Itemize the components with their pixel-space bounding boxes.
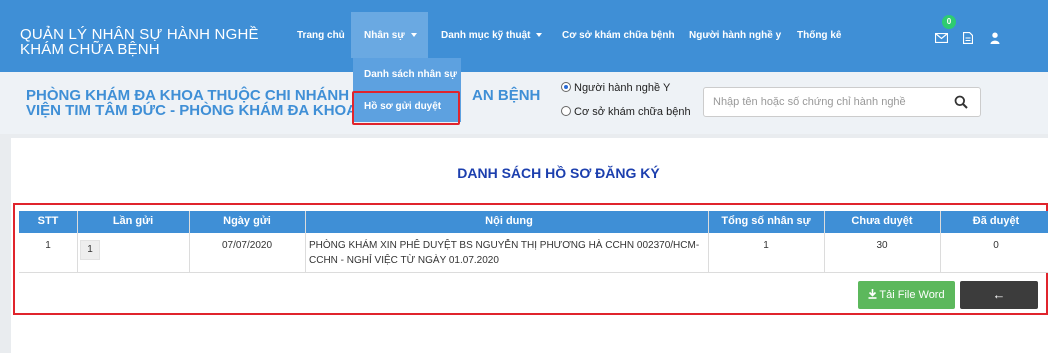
nav-practitioner[interactable]: Người hành nghề y [689,30,781,41]
radio-facility-label: Cơ sở khám chữa bệnh [574,106,691,118]
th-lan-gui: Lần gửi [112,215,154,227]
radio-practitioner-label: Người hành nghề Y [574,82,671,94]
document-icon[interactable] [963,32,973,44]
cell-noi-dung: PHÒNG KHÁM XIN PHÊ DUYỆT BS NGUYỄN THỊ P… [309,240,700,266]
radio-practitioner[interactable]: Người hành nghề Y [561,82,670,94]
back-button[interactable]: ← [960,281,1038,309]
th-chua-duyet: Chưa duyệt [851,215,913,227]
radio-unchecked-icon[interactable] [561,106,571,116]
column-divider [77,211,78,273]
th-noi-dung: Nội dung [485,215,533,227]
th-stt: STT [37,215,59,227]
th-tong-so: Tổng số nhân sự [721,215,811,227]
nav-staff-label: Nhân sự [364,30,405,41]
download-word-label: Tải File Word [879,289,945,301]
cell-ngay-gui: 07/07/2020 [221,240,273,251]
cell-lan-gui[interactable]: 1 [80,240,100,260]
download-word-button[interactable]: Tải File Word [858,281,955,309]
search-icon[interactable] [954,95,968,109]
column-divider [305,211,306,273]
dropdown-item-submitted-records[interactable]: Hồ sơ gửi duyệt [364,101,441,112]
nav-tech-catalog[interactable]: Danh mục kỹ thuật [441,30,543,41]
nav-tech-catalog-label: Danh mục kỹ thuật [441,30,531,41]
cell-tong-so: 1 [763,240,769,251]
radio-checked-icon[interactable] [561,82,571,92]
clinic-name-line1-tail: AN BỆNH [472,87,541,104]
app-brand[interactable]: QUẢN LÝ NHÂN SỰ HÀNH NGHỀ KHÁM CHỮA BỆNH [20,27,270,57]
nav-facility[interactable]: Cơ sở khám chữa bệnh [562,30,675,41]
cell-da-duyet: 0 [993,240,999,251]
nav-home[interactable]: Trang chủ [297,30,345,41]
download-icon [868,289,877,299]
chevron-down-icon [536,33,543,38]
search-box [703,87,981,117]
cell-stt: 1 [45,240,51,251]
cell-chua-duyet: 30 [876,240,888,251]
radio-facility[interactable]: Cơ sở khám chữa bệnh [561,106,691,118]
user-icon[interactable] [990,32,1000,44]
th-ngay-gui: Ngày gửi [223,215,271,227]
th-da-duyet: Đã duyệt [972,215,1020,227]
dropdown-item-staff-list[interactable]: Danh sách nhân sự [364,69,457,80]
nav-staff[interactable]: Nhân sự [364,30,417,41]
envelope-icon[interactable] [935,33,948,43]
search-input[interactable] [704,88,944,116]
clinic-name: PHÒNG KHÁM ĐA KHOA THUỘC CHI NHÁNH C AN B… [26,88,566,118]
staff-dropdown-menu [353,58,461,122]
notification-badge: 0 [942,15,956,29]
clinic-name-line2: VIỆN TIM TÂM ĐỨC - PHÒNG KHÁM ĐA KHOA T [26,102,370,119]
nav-stats[interactable]: Thống kê [797,30,841,41]
chevron-down-icon [410,33,417,38]
page-title: DANH SÁCH HỒ SƠ ĐĂNG KÝ [457,165,660,181]
